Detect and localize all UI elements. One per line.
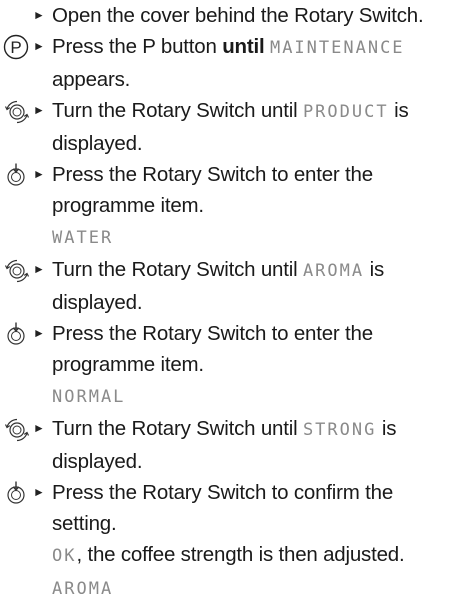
instruction-line: Press the Rotary Switch to confirm the [52,477,443,508]
instruction-line: appears. [52,64,443,95]
instruction-text: is [388,99,409,122]
instruction-text: , the coffee strength is then adjusted. [76,543,405,566]
bullet-arrow: ► [33,39,45,53]
rotary-press-icon [7,322,25,345]
instruction-step: ► Turn the Rotary Switch until AROMA is di… [0,254,451,318]
instruction-line: setting. [52,508,443,539]
display-message: WATER [52,228,114,248]
instruction-line: OK, the coffee strength is then adjusted… [52,539,443,572]
instruction-line: Turn the Rotary Switch until AROMA is [52,254,443,287]
bullet-arrow: ► [33,262,45,276]
instruction-line: displayed. [52,128,443,159]
emphasis-text: until [222,35,265,58]
instruction-text: is [364,258,385,281]
instruction-text: displayed. [52,291,143,314]
instruction-text: Turn the Rotary Switch until [52,417,303,440]
display-message: MAINTENANCE [269,38,405,58]
instruction-line: NORMAL [52,380,443,413]
instruction-text: programme item. [52,353,204,376]
rotary-turn-icon [4,100,29,124]
rotary-press-icon [7,481,25,504]
instruction-text: setting. [52,512,117,535]
instruction-text: Press the Rotary Switch to confirm the [52,481,394,504]
instruction-text: Turn the Rotary Switch until [52,99,303,122]
instruction-line: WATER [52,221,443,254]
instruction-text: appears. [52,68,131,91]
instruction-step: ► Turn the Rotary Switch until STRONG is d… [0,413,451,477]
instruction-text: Press the P button [52,35,223,58]
display-message: OK [52,546,77,566]
instruction-text: programme item. [52,194,204,217]
instruction-text: Turn the Rotary Switch until [52,258,303,281]
instruction-step: ► Press the Rotary Switch to confirm the s… [0,477,451,605]
bullet-arrow: ► [33,421,45,435]
instruction-step: P ► Press the P button until MAINTENANCE ap… [0,31,451,95]
bullet-arrow: ► [33,8,45,22]
instruction-line: Press the Rotary Switch to enter the [52,159,443,190]
bullet-arrow: ► [33,103,45,117]
display-message: PRODUCT [302,102,389,122]
bullet-arrow: ► [33,167,45,181]
instruction-text: Press the Rotary Switch to enter the [52,163,373,186]
instruction-step: ► Open the cover behind the Rotary Switch… [0,0,451,31]
instruction-line: Press the Rotary Switch to enter the [52,318,443,349]
rotary-press-icon [7,163,25,186]
bullet-arrow: ► [33,485,45,499]
instruction-text: displayed. [52,132,143,155]
instruction-line: Turn the Rotary Switch until PRODUCT is [52,95,443,128]
instruction-line: Open the cover behind the Rotary Switch. [52,0,443,31]
instruction-step: ► Turn the Rotary Switch until PRODUCT is… [0,95,451,159]
instruction-line: displayed. [52,446,443,477]
instruction-line: AROMA [52,572,443,605]
display-message: STRONG [302,420,377,440]
svg-text:P: P [10,38,21,57]
display-message: AROMA [52,579,114,599]
instruction-line: programme item. [52,190,443,221]
instruction-line: Turn the Rotary Switch until STRONG is [52,413,443,446]
p-button-icon: P [3,34,29,60]
instruction-text: Open the cover behind the Rotary Switch. [52,4,424,27]
instruction-list: ► Open the cover behind the Rotary Switch… [0,0,451,605]
instruction-line: programme item. [52,349,443,380]
instruction-text: is [376,417,397,440]
display-message: NORMAL [52,387,126,407]
instruction-line: displayed. [52,287,443,318]
rotary-turn-icon [4,259,29,283]
instruction-line: Press the P button until MAINTENANCE [52,31,443,64]
rotary-turn-icon [4,418,29,442]
instruction-text: displayed. [52,450,143,473]
instruction-step: ► Press the Rotary Switch to enter the pro… [0,318,451,413]
instruction-text: Press the Rotary Switch to enter the [52,322,373,345]
bullet-arrow: ► [33,326,45,340]
instruction-step: ► Press the Rotary Switch to enter the pro… [0,159,451,254]
display-message: AROMA [302,261,365,281]
